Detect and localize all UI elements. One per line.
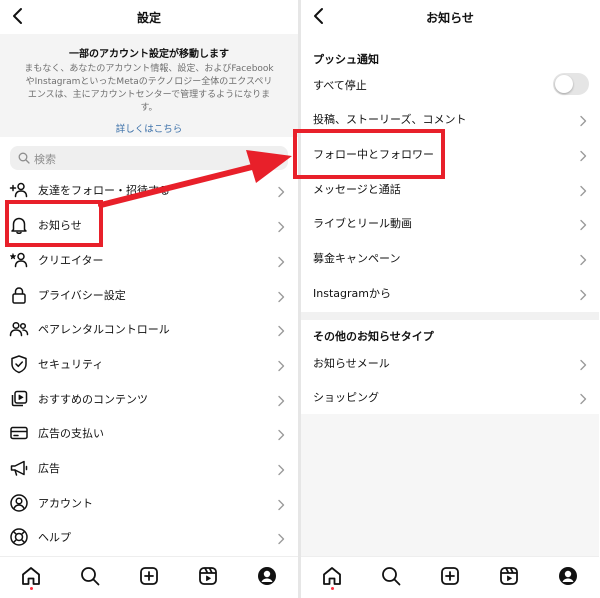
annotation-arrow <box>98 150 292 208</box>
